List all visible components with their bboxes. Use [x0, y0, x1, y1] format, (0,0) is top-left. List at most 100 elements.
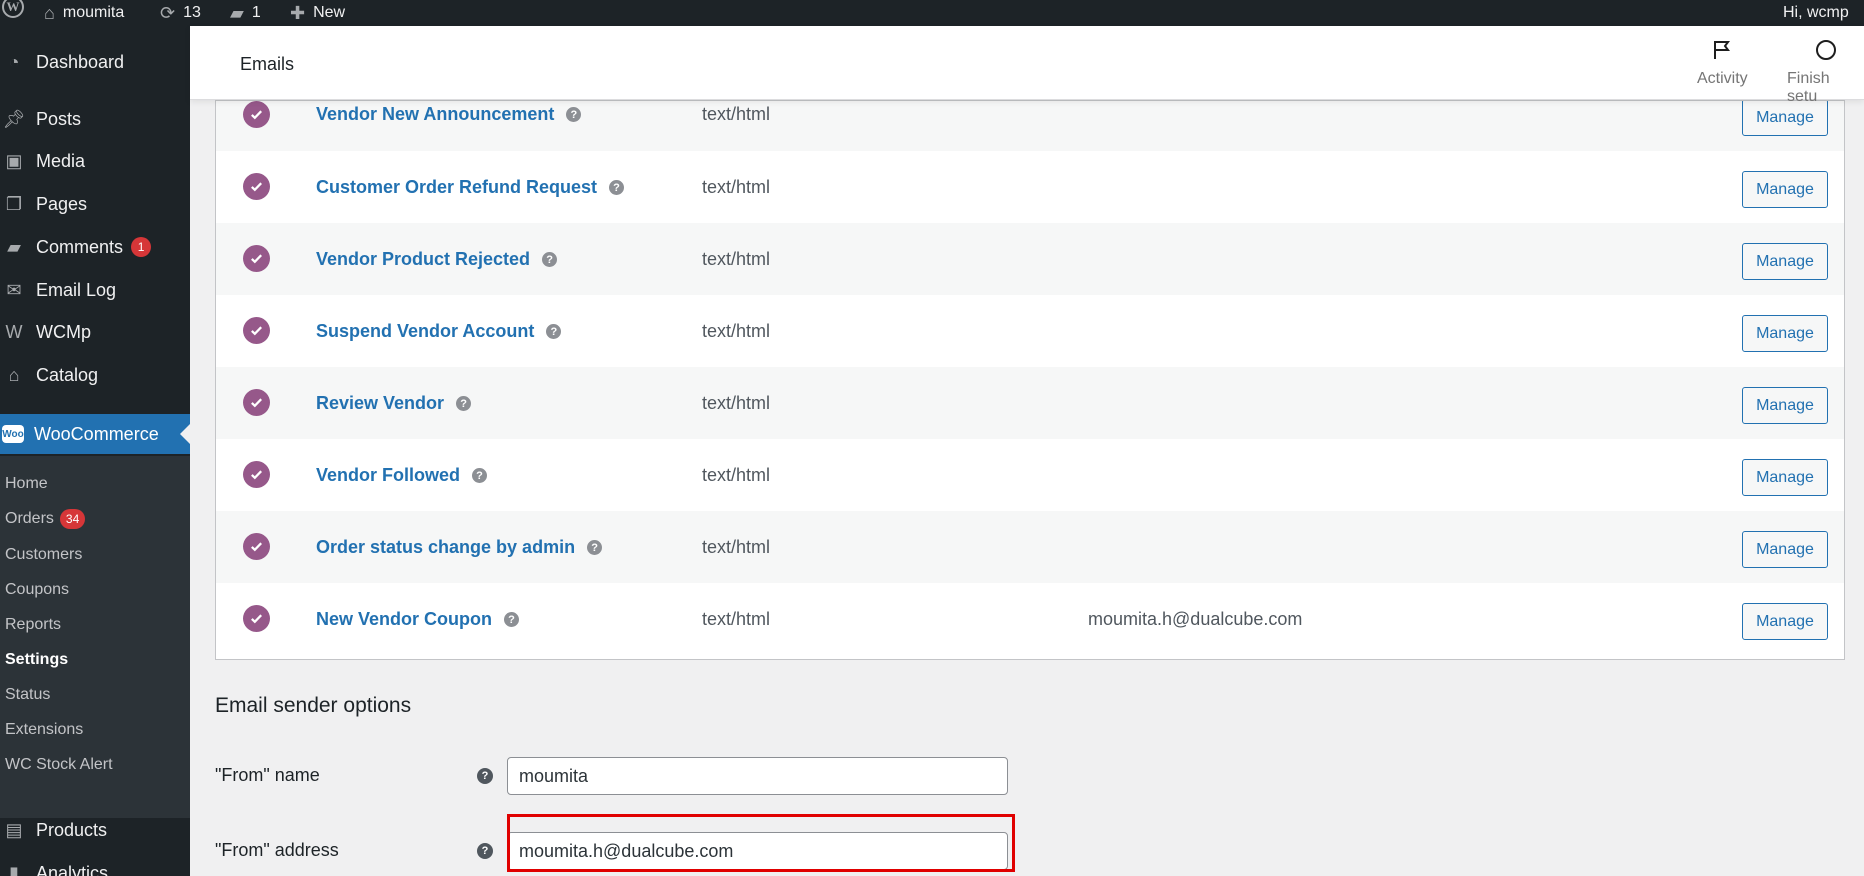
submenu-item-orders[interactable]: Orders 34: [5, 507, 86, 531]
sidebar-item-pages[interactable]: ❐ Pages: [0, 186, 190, 222]
help-icon: ?: [546, 324, 562, 339]
manage-button[interactable]: Manage: [1742, 315, 1828, 352]
help-icon: ?: [587, 540, 603, 555]
sidebar-item-comments[interactable]: ▰ Comments 1: [0, 229, 190, 265]
sidebar-item-woocommerce[interactable]: Woo WooCommerce: [0, 414, 190, 454]
help-icon: ?: [609, 180, 625, 195]
sidebar-item-products[interactable]: ▤ Products: [0, 812, 190, 848]
home-icon: ⌂: [44, 3, 55, 23]
from-address-label: "From" address: [215, 840, 339, 860]
enabled-check-icon: [243, 173, 270, 200]
email-name-link[interactable]: Customer Order Refund Request?: [316, 177, 625, 198]
wordpress-logo-icon[interactable]: W: [2, 0, 24, 18]
email-name-link[interactable]: Suspend Vendor Account?: [316, 321, 562, 342]
activity-button[interactable]: Activity: [1697, 38, 1748, 88]
sidebar-item-label: Media: [36, 150, 86, 171]
archive-icon: ▤: [5, 819, 23, 840]
table-row: Vendor New Announcement? text/html Manag…: [216, 101, 1844, 151]
sidebar-item-label: Products: [36, 819, 108, 840]
sidebar-item-wcmp[interactable]: W WCMp: [0, 314, 190, 350]
submenu-item-coupons[interactable]: Coupons: [5, 578, 69, 602]
flag-icon: [1714, 41, 1731, 59]
manage-button[interactable]: Manage: [1742, 387, 1828, 424]
updates-link[interactable]: ⟳ 13: [160, 0, 201, 26]
email-name: Customer Order Refund Request: [316, 177, 598, 197]
email-type: text/html: [702, 177, 771, 197]
dashboard-icon: ◔: [8, 51, 20, 72]
email-type: text/html: [702, 104, 771, 124]
table-row: Vendor Product Rejected? text/html Manag…: [216, 223, 1844, 295]
new-content-link[interactable]: ✚ New: [290, 0, 345, 26]
current-menu-arrow: [180, 424, 190, 444]
email-icon: ✉: [6, 279, 22, 300]
sidebar-item-posts[interactable]: 📌︎ Posts: [0, 101, 190, 137]
email-name: Vendor New Announcement: [316, 104, 555, 124]
submenu-item-reports[interactable]: Reports: [5, 613, 61, 637]
admin-sidebar: ◔ Dashboard 📌︎ Posts ▣ Media ❐ Pages ▰ C…: [0, 26, 190, 876]
sidebar-item-label: Catalog: [36, 364, 99, 385]
sidebar-item-label: Analytics: [36, 862, 109, 876]
submenu-item-label: WC Stock Alert: [5, 756, 113, 773]
site-name-link[interactable]: ⌂ moumita: [44, 0, 124, 26]
page-header: Emails Activity Finish setu: [190, 26, 1864, 105]
manage-button[interactable]: Manage: [1742, 531, 1828, 568]
email-type: text/html: [702, 321, 771, 341]
enabled-check-icon: [243, 389, 270, 416]
submenu-item-label: Settings: [5, 651, 69, 668]
email-name-link[interactable]: Order status change by admin?: [316, 537, 603, 558]
submenu-item-customers[interactable]: Customers: [5, 543, 82, 567]
email-recipient: moumita.h@dualcube.com: [1088, 609, 1303, 629]
my-account-link[interactable]: Hi, wcmp: [1783, 0, 1849, 26]
help-icon[interactable]: ?: [477, 843, 493, 859]
manage-button[interactable]: Manage: [1742, 603, 1828, 640]
email-type: text/html: [702, 465, 771, 485]
sidebar-item-label: Dashboard: [36, 51, 125, 72]
email-type: text/html: [702, 609, 771, 629]
updates-count: 13: [183, 4, 201, 21]
from-name-input[interactable]: [507, 757, 1008, 795]
submenu-item-settings[interactable]: Settings: [5, 648, 68, 672]
submenu-item-status[interactable]: Status: [5, 683, 50, 707]
submenu-item-label: Customers: [5, 546, 83, 563]
email-name-link[interactable]: New Vendor Coupon?: [316, 609, 520, 630]
comments-link[interactable]: ▰ 1: [230, 0, 261, 26]
comment-bubble-icon: ▰: [230, 3, 244, 23]
comment-icon: ▰: [7, 236, 21, 257]
woo-icon: Woo: [2, 425, 24, 443]
page-title: Emails: [240, 54, 295, 74]
sidebar-item-email-log[interactable]: ✉ Email Log: [0, 272, 190, 308]
sidebar-item-catalog[interactable]: ⌂ Catalog: [0, 357, 190, 393]
email-name-link[interactable]: Vendor Followed?: [316, 465, 488, 486]
submenu-item-extensions[interactable]: Extensions: [5, 718, 83, 742]
email-name: Review Vendor: [316, 393, 445, 413]
sidebar-item-label: Pages: [36, 193, 88, 214]
manage-button[interactable]: Manage: [1742, 243, 1828, 280]
pages-icon: ❐: [5, 193, 23, 214]
table-row: Suspend Vendor Account? text/html Manage: [216, 295, 1844, 367]
submenu-item-home[interactable]: Home: [5, 472, 48, 496]
email-name-link[interactable]: Review Vendor?: [316, 393, 472, 414]
sidebar-item-media[interactable]: ▣ Media: [0, 143, 190, 179]
sidebar-item-dashboard[interactable]: ◔ Dashboard: [0, 44, 190, 80]
help-icon[interactable]: ?: [477, 768, 493, 784]
manage-button[interactable]: Manage: [1742, 459, 1828, 496]
email-name: Order status change by admin: [316, 537, 576, 557]
from-name-label: "From" name: [215, 765, 320, 785]
wcmp-icon: W: [5, 321, 23, 342]
comments-badge: 1: [131, 237, 152, 257]
submenu-item-label: Reports: [5, 616, 62, 633]
finish-setup-label: Finish setu: [1787, 70, 1830, 105]
sidebar-item-analytics[interactable]: ▮ Analytics: [0, 855, 190, 876]
submenu-item-label: Status: [5, 686, 51, 703]
enabled-check-icon: [243, 245, 270, 272]
finish-setup-button[interactable]: Finish setu: [1787, 38, 1864, 106]
admin-bar: W ⌂ moumita ⟳ 13 ▰ 1 ✚ New Hi, wcmp: [0, 0, 1864, 26]
email-name-link[interactable]: Vendor New Announcement?: [316, 104, 582, 125]
submenu-item-wc-stock-alert[interactable]: WC Stock Alert: [5, 753, 113, 777]
updates-icon: ⟳: [160, 3, 176, 23]
site-name-label: moumita: [62, 4, 125, 21]
submenu-item-label: Extensions: [5, 721, 84, 738]
email-name: New Vendor Coupon: [316, 609, 493, 629]
manage-button[interactable]: Manage: [1742, 171, 1828, 208]
email-name-link[interactable]: Vendor Product Rejected?: [316, 249, 558, 270]
